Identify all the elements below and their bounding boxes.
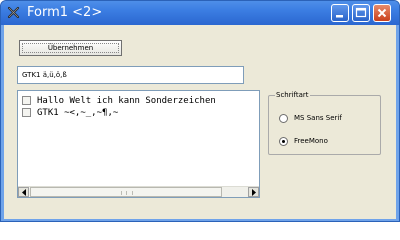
font-groupbox: Schriftart MS Sans Serif FreeMono (268, 90, 381, 155)
title-bar[interactable]: Form1 <2> (1, 1, 399, 25)
radio-freemono[interactable]: FreeMono (279, 136, 379, 148)
list-item-label: GTK1 ~<,~_,~¶,~ (37, 108, 119, 118)
radio-label: FreeMono (294, 137, 328, 145)
list-item[interactable]: Hallo Welt ich kann Sonderzeichen (22, 95, 258, 107)
radio-button[interactable] (279, 114, 288, 123)
checklist-box[interactable]: Hallo Welt ich kann Sonderzeichen GTK1 ~… (17, 90, 260, 198)
item-checkbox[interactable] (22, 108, 31, 117)
scroll-right-button[interactable] (248, 187, 259, 197)
radio-button-selected[interactable] (279, 137, 288, 146)
list-item[interactable]: GTK1 ~<,~_,~¶,~ (22, 107, 258, 119)
text-edit-field[interactable]: GTK1 ä,ü,ö,ß (17, 66, 244, 84)
list-item-label: Hallo Welt ich kann Sonderzeichen (37, 96, 216, 106)
radio-label: MS Sans Serif (294, 114, 342, 122)
scroll-thumb[interactable] (30, 187, 222, 197)
app-window: Form1 <2> Übernehmen GTK1 ä,ü,ö,ß Hallo … (0, 0, 400, 222)
form-client-area: Übernehmen GTK1 ä,ü,ö,ß Hallo Welt ich k… (4, 25, 396, 219)
groupbox-legend: Schriftart (275, 90, 310, 100)
minimize-button[interactable] (331, 4, 349, 22)
apply-button[interactable]: Übernehmen (19, 40, 122, 56)
close-icon (377, 8, 387, 18)
window-title: Form1 <2> (27, 5, 103, 20)
arrow-left-icon (22, 189, 26, 196)
app-icon (7, 6, 20, 19)
scroll-left-button[interactable] (18, 187, 29, 197)
apply-button-label: Übernehmen (47, 44, 94, 52)
grip-icon (121, 191, 133, 195)
maximize-button[interactable] (352, 4, 370, 22)
radio-ms-sans-serif[interactable]: MS Sans Serif (279, 113, 379, 125)
close-button[interactable] (373, 4, 391, 22)
maximize-icon (355, 7, 367, 18)
minimize-icon (336, 15, 343, 18)
arrow-right-icon (252, 189, 256, 196)
horizontal-scrollbar[interactable] (18, 186, 259, 197)
item-checkbox[interactable] (22, 96, 31, 105)
